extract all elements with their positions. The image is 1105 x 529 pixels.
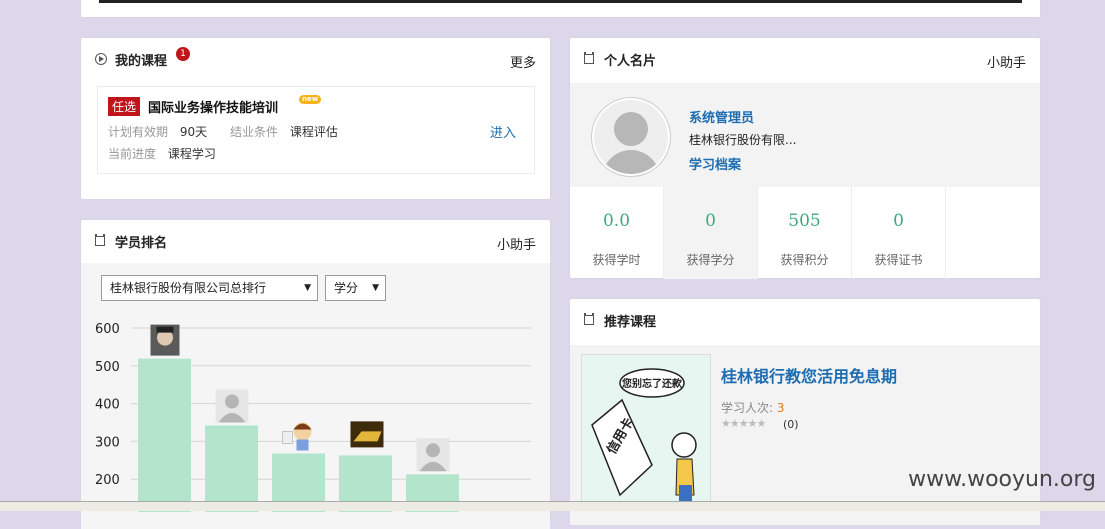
helper-link[interactable]: 小助手 [497,234,536,253]
metric-select-value: 学分 [334,281,359,295]
panel-header: 个人名片 小助手 [570,38,1040,80]
learners-value: 3 [776,401,785,415]
user-org: 桂林银行股份有限... [689,133,797,147]
stat-certificates: 0 获得证书 [852,187,946,279]
completion-label: 结业条件 [230,125,279,139]
panel-header: 推荐课程 [570,299,1040,341]
stat-value: 505 [788,211,821,231]
metric-select[interactable]: 学分 ▼ [325,275,386,301]
course-card: 任选 国际业务操作技能培训 new 计划有效期 90天 结业条件 课程评估 当前… [97,86,535,174]
profile-panel: 个人名片 小助手 系统管理员 桂林银行股份有限... 学习档案 0.0 获得学时… [569,37,1041,279]
learning-archive-link[interactable]: 学习档案 [689,154,741,173]
avatar-head-icon [225,394,239,409]
play-icon [95,53,107,65]
avatar-cartoon-note-icon [282,431,293,444]
ranking-chart: 200 300 400 500 600 [95,322,531,512]
optional-tag: 任选 [108,97,141,116]
progress-label: 当前进度 [108,147,157,161]
dropdown-arrow-icon: ▼ [372,283,379,293]
course-name[interactable]: 国际业务操作技能培训 [148,97,278,116]
scope-select-value: 桂林银行股份有限公司总排行 [110,281,267,295]
calendar-icon [584,52,594,64]
top-panel [80,0,1041,18]
completion-row: 结业条件 课程评估 [230,123,338,140]
y-tick-label: 200 [95,473,120,488]
watermark: www.wooyun.org [908,467,1096,492]
learners-count: 学习人次: 3 [721,399,785,416]
panel-title: 我的课程 [115,54,168,69]
avatar-cartoon-body-icon [296,439,309,451]
y-tick-label: 600 [95,322,120,337]
progress-value: 课程学习 [167,147,216,161]
dropdown-arrow-icon: ▼ [304,283,311,293]
rating-stars-icon: ★★★★★ [721,417,766,430]
helper-link[interactable]: 小助手 [987,52,1026,71]
avatar[interactable] [592,98,670,176]
stat-label: 获得学时 [592,253,641,267]
stat-label: 获得积分 [780,253,829,267]
validity-label: 计划有效期 [108,125,169,139]
avatar-cartoon-hair-icon [293,423,312,430]
panel-header: 我的课程 1 更多 [81,38,550,80]
scope-select[interactable]: 桂林银行股份有限公司总排行 ▼ [101,275,318,301]
avatar-body-shape [602,150,660,174]
validity-value: 90天 [179,125,208,139]
more-link[interactable]: 更多 [510,52,536,71]
avatar-hair-icon [156,326,174,333]
chart-bar [205,425,258,512]
y-tick-label: 500 [95,360,120,375]
stat-label: 获得证书 [874,253,923,267]
avatar-head-icon [426,443,440,458]
stat-value: 0 [893,211,904,231]
new-badge: new [299,95,322,104]
stat-hours: 0.0 获得学时 [570,187,664,279]
stat-points: 505 获得积分 [758,187,852,279]
cartoon-illustration-icon: 您别忘了还款 信用卡 [582,355,710,505]
panel-header: 学员排名 小助手 [81,220,550,262]
stat-label: 获得学分 [686,253,735,267]
media-bar [99,0,1022,3]
notification-badge: 1 [176,47,190,61]
stat-value: 0.0 [602,211,631,231]
my-course-panel: 我的课程 1 更多 任选 国际业务操作技能培训 new 计划有效期 90天 结业… [80,37,551,200]
progress-row: 当前进度 课程学习 [108,145,216,162]
stat-value: 0 [705,211,716,231]
recommended-course-title[interactable]: 桂林银行教您活用免息期 [721,363,897,387]
ranking-panel: 学员排名 小助手 桂林银行股份有限公司总排行 ▼ 学分 ▼ 200 300 400 5… [80,219,551,529]
learners-label: 学习人次: [721,401,774,415]
stat-credits: 0 获得学分 [664,187,758,279]
calendar-icon [584,313,594,325]
calendar-icon [95,234,105,246]
rating-count: (0) [783,418,799,431]
validity-row: 计划有效期 90天 [108,123,207,140]
panel-title: 个人名片 [604,54,657,69]
user-name[interactable]: 系统管理员 [689,107,754,126]
speech-bubble-text: 您别忘了还款 [622,377,683,390]
avatar-head-shape [614,112,648,146]
completion-value: 课程评估 [289,125,338,139]
panel-title: 推荐课程 [604,315,657,330]
panel-title: 学员排名 [115,236,168,251]
course-thumbnail[interactable]: 您别忘了还款 信用卡 [581,354,711,506]
y-tick-label: 400 [95,398,120,413]
y-tick-label: 300 [95,435,120,450]
chart-bar [138,358,191,512]
enter-course-link[interactable]: 进入 [490,122,516,141]
